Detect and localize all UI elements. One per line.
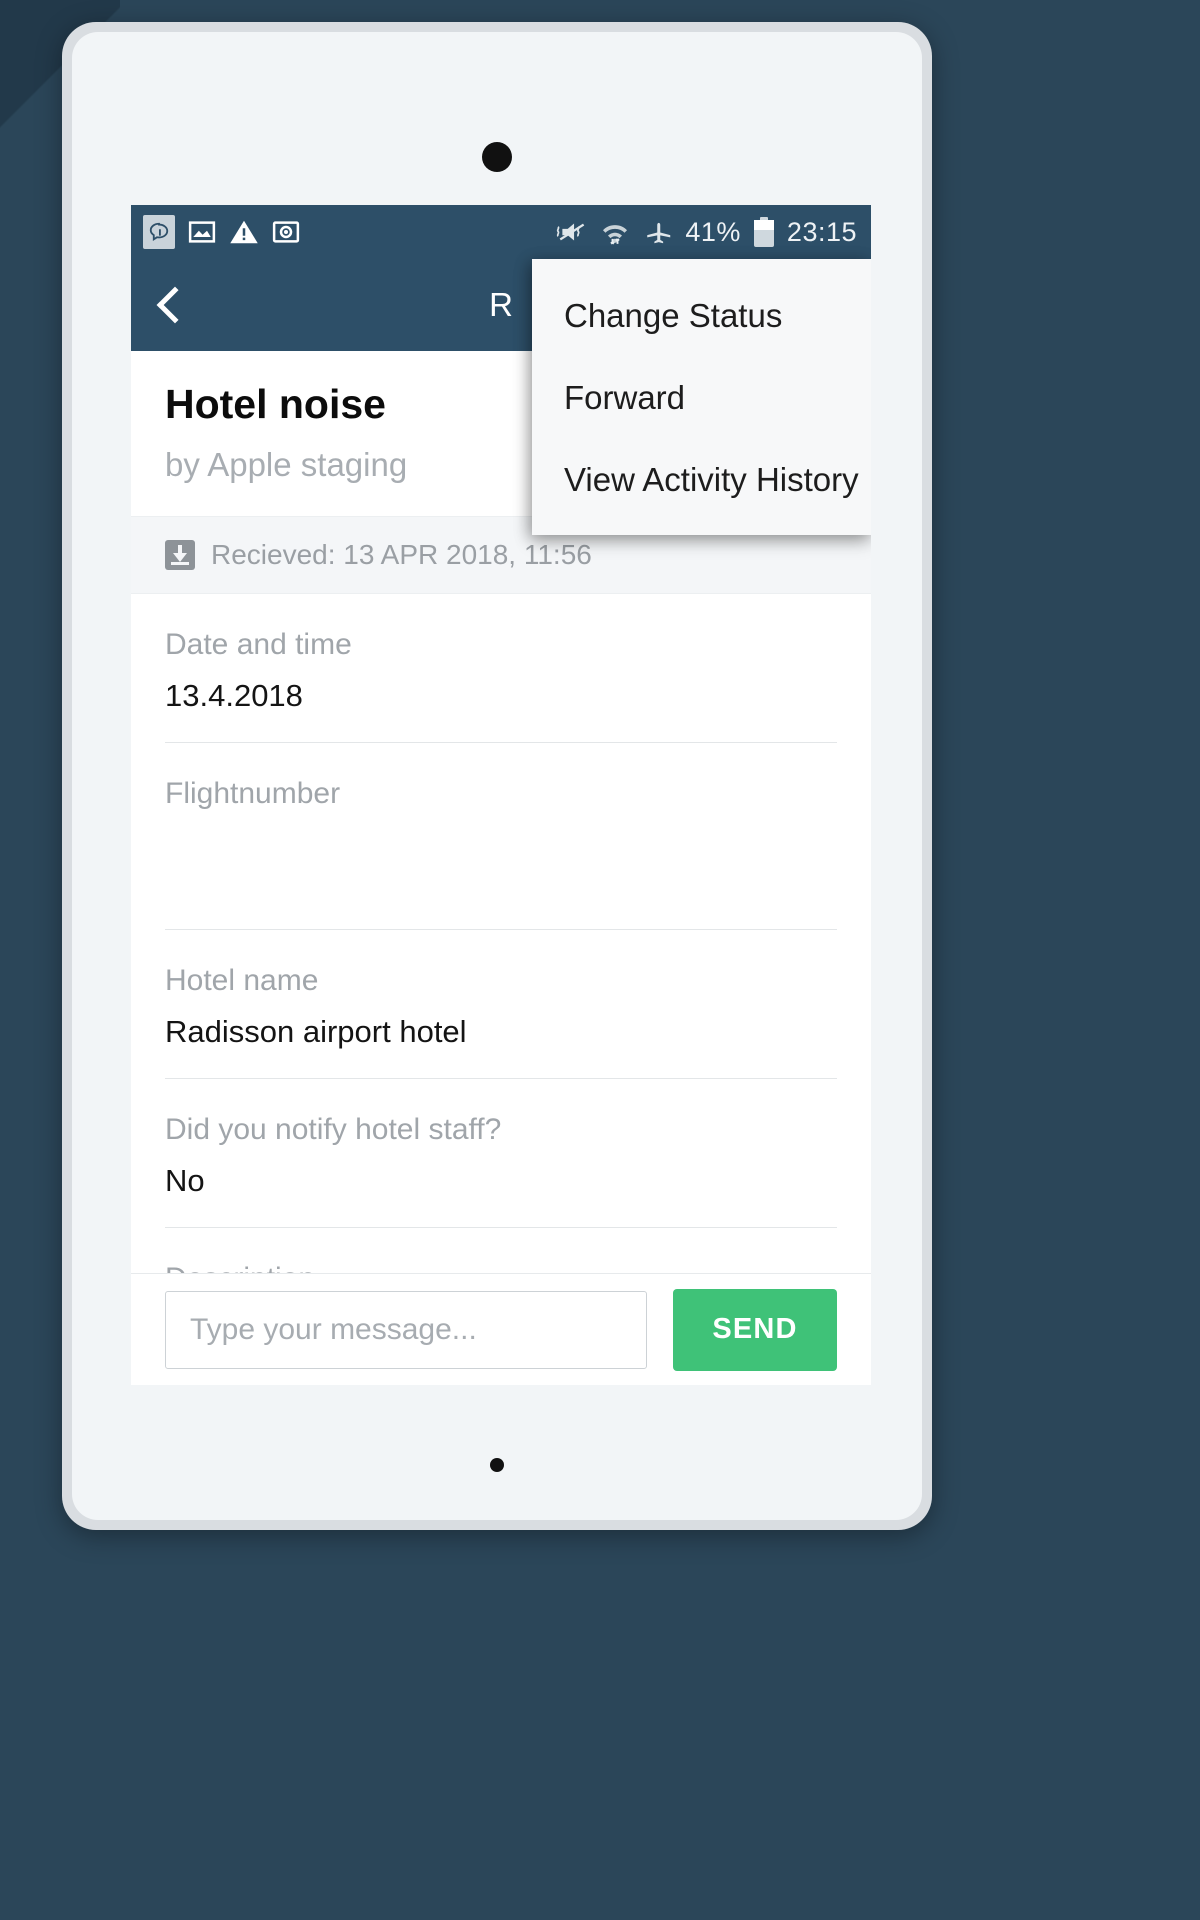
overflow-menu[interactable]: Change Status Forward View Activity Hist… [532, 259, 871, 535]
message-input[interactable] [165, 1290, 647, 1369]
field-label: Date and time [165, 628, 352, 662]
form-field-notify-hotel-staff[interactable]: Did you notify hotel staff? No [165, 1079, 837, 1229]
field-label: Hotel name [165, 964, 319, 998]
warning-icon [229, 217, 259, 247]
vibrate-mute-icon [556, 217, 586, 247]
menu-item-view-activity-history[interactable]: View Activity History [532, 439, 871, 521]
form-field-flightnumber[interactable]: Flightnumber [165, 743, 837, 931]
message-compose-bar: SEND [131, 1273, 871, 1385]
device-frame: 41% 23:15 R Hotel noise by Apple staging [62, 22, 932, 1530]
front-camera-icon [482, 142, 512, 172]
chat-bubble-icon [143, 215, 175, 249]
form-field-hotel-name[interactable]: Hotel name Radisson airport hotel [165, 930, 837, 1080]
field-value [165, 827, 837, 903]
battery-icon [753, 217, 774, 247]
back-button[interactable] [131, 259, 211, 351]
battery-percent-label: 41% [685, 216, 741, 247]
screenshot-icon [271, 217, 301, 247]
status-bar-left-icons [143, 215, 301, 249]
menu-item-forward[interactable]: Forward [532, 357, 871, 439]
send-button[interactable]: SEND [673, 1288, 837, 1371]
app-screen: 41% 23:15 R Hotel noise by Apple staging [131, 205, 871, 1385]
field-label: Flightnumber [165, 777, 341, 811]
download-icon [165, 540, 195, 571]
received-label: Recieved: 13 APR 2018, 11:56 [211, 539, 592, 571]
menu-item-change-status[interactable]: Change Status [532, 275, 871, 357]
wifi-icon [599, 217, 629, 247]
field-value: Radisson airport hotel [165, 1014, 467, 1050]
status-bar: 41% 23:15 [131, 205, 871, 259]
field-value: No [165, 1163, 205, 1199]
image-icon [187, 217, 217, 247]
home-button[interactable] [490, 1458, 504, 1472]
field-value: 13.4.2018 [165, 678, 303, 714]
device-screen-bezel: 41% 23:15 R Hotel noise by Apple staging [72, 32, 922, 1520]
field-label: Did you notify hotel staff? [165, 1113, 502, 1147]
back-chevron-icon [156, 286, 194, 324]
status-bar-right-icons: 41% 23:15 [556, 217, 857, 248]
airplane-mode-icon [642, 217, 672, 247]
ticket-form: Date and time 13.4.2018 Flightnumber Hot… [131, 594, 871, 1297]
clock-label: 23:15 [786, 216, 857, 247]
form-field-date-and-time[interactable]: Date and time 13.4.2018 [165, 594, 837, 744]
